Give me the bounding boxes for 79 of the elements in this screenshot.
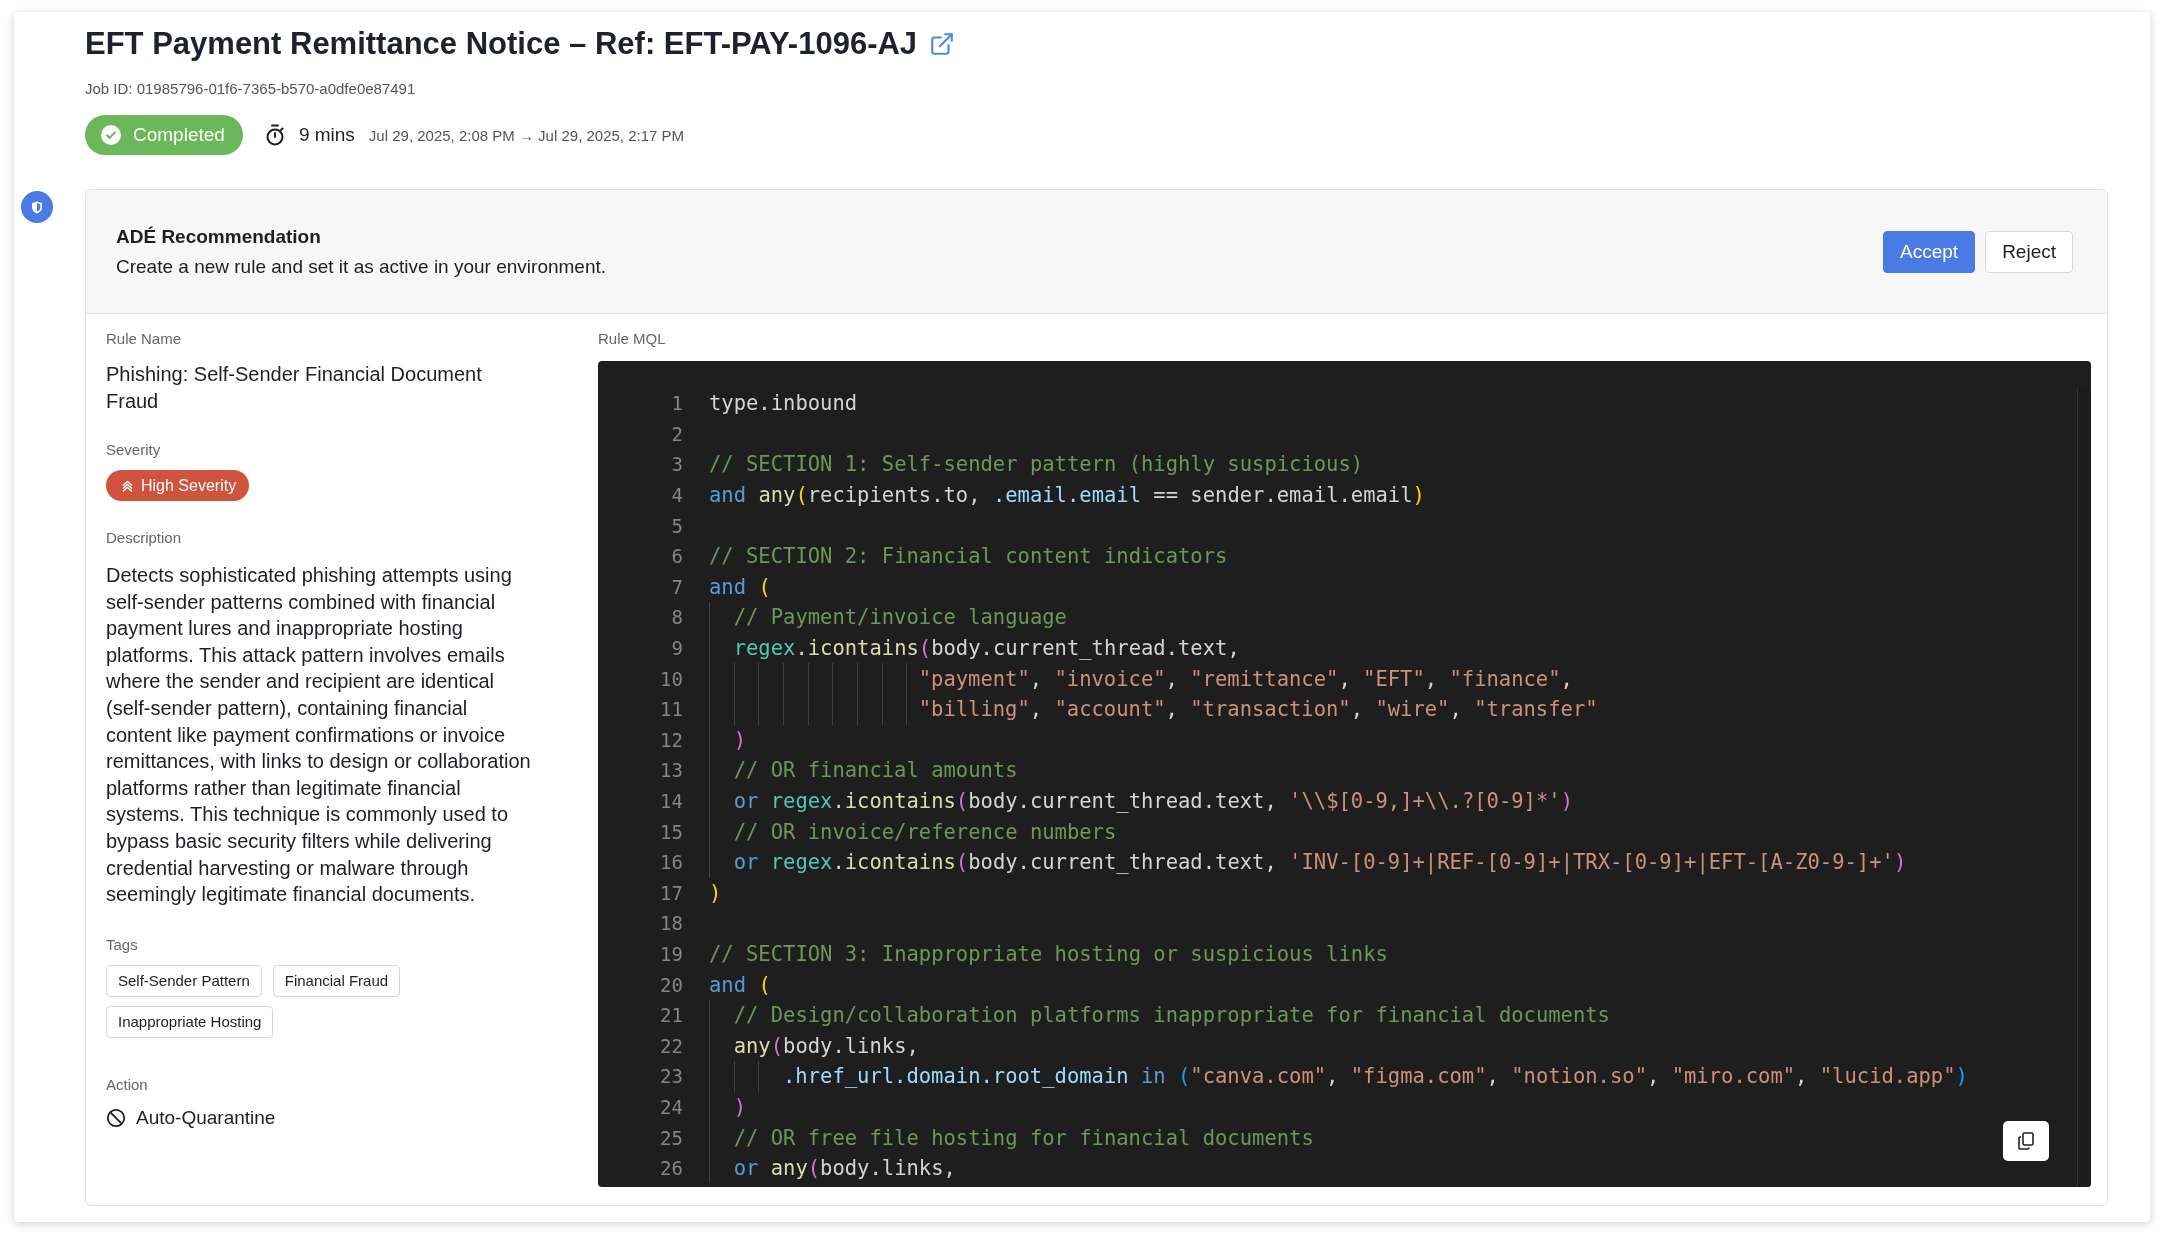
line-number: 19	[659, 943, 683, 965]
chevrons-up-icon	[122, 479, 133, 492]
line-number: 16	[659, 851, 683, 874]
code-line: // OR financial amounts	[709, 755, 1018, 786]
field-label: Description	[106, 529, 183, 546]
shield-icon	[21, 191, 53, 223]
field-label: Rule MQL	[598, 330, 667, 347]
code-line: and (	[709, 573, 771, 601]
action-value: Auto-Quarantine	[136, 1106, 276, 1129]
line-number: 15	[659, 820, 683, 843]
duration: 9 mins	[298, 124, 355, 146]
code-line: type.inbound	[709, 390, 858, 418]
line-number: 22	[659, 1034, 683, 1057]
code-line: .href_url.domain.root_domain in ("canva.com", "figma.com", "notion.so", "miro.com", "lucid.app")	[709, 1061, 1968, 1092]
copy-icon	[2018, 1132, 2034, 1150]
field-label: Rule Name	[106, 330, 183, 347]
line-number: 8	[670, 606, 683, 629]
line-number: 23	[659, 1065, 683, 1088]
code-line: any(body.links,	[709, 1030, 919, 1062]
status-badge: Completed	[85, 115, 243, 155]
code-line: // OR free file hosting for financial documents	[709, 1122, 1314, 1153]
line-number: 17	[659, 881, 683, 904]
code-line: and any(recipients.to, .email.email == sender.email.email)	[709, 482, 1425, 510]
code-line: // Design/collaboration platforms inappropriate for financial documents	[709, 999, 1610, 1031]
tag: Financial Fraud	[272, 964, 401, 997]
line-number: 24	[659, 1095, 683, 1118]
code-line: and (	[709, 971, 771, 999]
reject-button[interactable]: Reject	[1985, 230, 2073, 273]
page-title: EFT Payment Remittance Notice – Ref: EFT-PAY-1096-AJ	[85, 26, 918, 62]
line-number: 3	[670, 453, 683, 476]
time-range: Jul 29, 2025, 2:08 PM → Jul 29, 2025, 2:17 PM	[368, 126, 685, 144]
field-label: Severity	[106, 441, 162, 458]
line-number: 11	[659, 698, 683, 721]
code-line: // SECTION 2: Financial content indicators	[709, 543, 1228, 571]
code-line: or regex.icontains(body.current_thread.text, '\\$[0-9,]+\\.?[0-9]*')	[709, 785, 1573, 817]
line-number: 25	[659, 1126, 683, 1149]
line-number: 12	[659, 728, 683, 751]
code-line: // OR invoice/reference numbers	[709, 816, 1117, 847]
recommendation-title: ADÉ Recommendation	[116, 225, 322, 248]
code-line: "billing", "account", "transaction", "wire", "transfer"	[709, 693, 1598, 725]
code-line: or regex.icontains(body.current_thread.text, 'INV-[0-9]+|REF-[0-9]+|TRX-[0-9]+|EFT-[A-Z0-9-]+')	[709, 846, 1907, 878]
line-number: 2	[670, 422, 683, 445]
severity-badge: High Severity	[106, 470, 250, 501]
line-number: 18	[659, 912, 683, 935]
field-label: Tags	[106, 935, 139, 953]
check-circle-icon	[101, 125, 121, 145]
code-line: )	[709, 724, 746, 756]
line-number: 7	[670, 575, 683, 598]
code-line: )	[709, 879, 722, 907]
line-number: 20	[659, 973, 683, 996]
job-id: Job ID: 01985796-01f6-7365-b570-a0dfe0e87491	[85, 80, 417, 97]
external-link-icon[interactable]	[929, 31, 956, 57]
line-number: 14	[659, 790, 683, 812]
line-number: 10	[659, 667, 683, 690]
blocked-circle-icon	[106, 1107, 126, 1128]
rule-name: Phishing: Self-Sender Financial Document Fraud	[106, 362, 483, 414]
line-number: 9	[670, 637, 683, 660]
line-number: 6	[670, 545, 683, 568]
accept-button[interactable]: Accept	[1883, 230, 1976, 273]
line-number: 26	[659, 1157, 683, 1180]
stopwatch-icon	[264, 124, 285, 146]
line-number: 4	[670, 484, 683, 507]
code-line: regex.icontains(body.current_thread.text,	[709, 632, 1240, 664]
code-line: or any(body.links,	[709, 1152, 956, 1184]
line-number: 1	[670, 392, 683, 415]
recommendation-message: Create a new rule and set it as active in your environment.	[116, 255, 607, 278]
code-line: )	[709, 1091, 746, 1123]
field-label: Action	[106, 1075, 149, 1093]
code-line: "payment", "invoice", "remittance", "EFT", "finance",	[709, 663, 1573, 694]
tag: Inappropriate Hosting	[106, 1005, 274, 1038]
line-number: 13	[659, 759, 683, 782]
line-number: 5	[670, 514, 683, 537]
copy-button[interactable]	[2003, 1121, 2049, 1161]
rule-description: Detects sophisticated phishing attempts using self-sender patterns combined with financial payment lures and inappropriate hosting platforms. This attack pattern involves emails where the sender and recipient are identical (self-sender pattern), containing financial content like payment confirmations or invoice remittances, with links to design or collaboration platforms rather than legitimate financial systems. This technique is commonly used to bypass basic security filters while delivering credential harvesting or malware through seemingly legitimate financial documents.	[106, 563, 531, 908]
code-line: // SECTION 3: Inappropriate hosting or suspicious links	[709, 941, 1388, 968]
tag: Self-Sender Pattern	[106, 964, 262, 997]
code-line: // SECTION 1: Self-sender pattern (highly suspicious)	[709, 451, 1364, 479]
code-line: // Payment/invoice language	[709, 602, 1067, 633]
line-number: 21	[659, 1004, 683, 1027]
